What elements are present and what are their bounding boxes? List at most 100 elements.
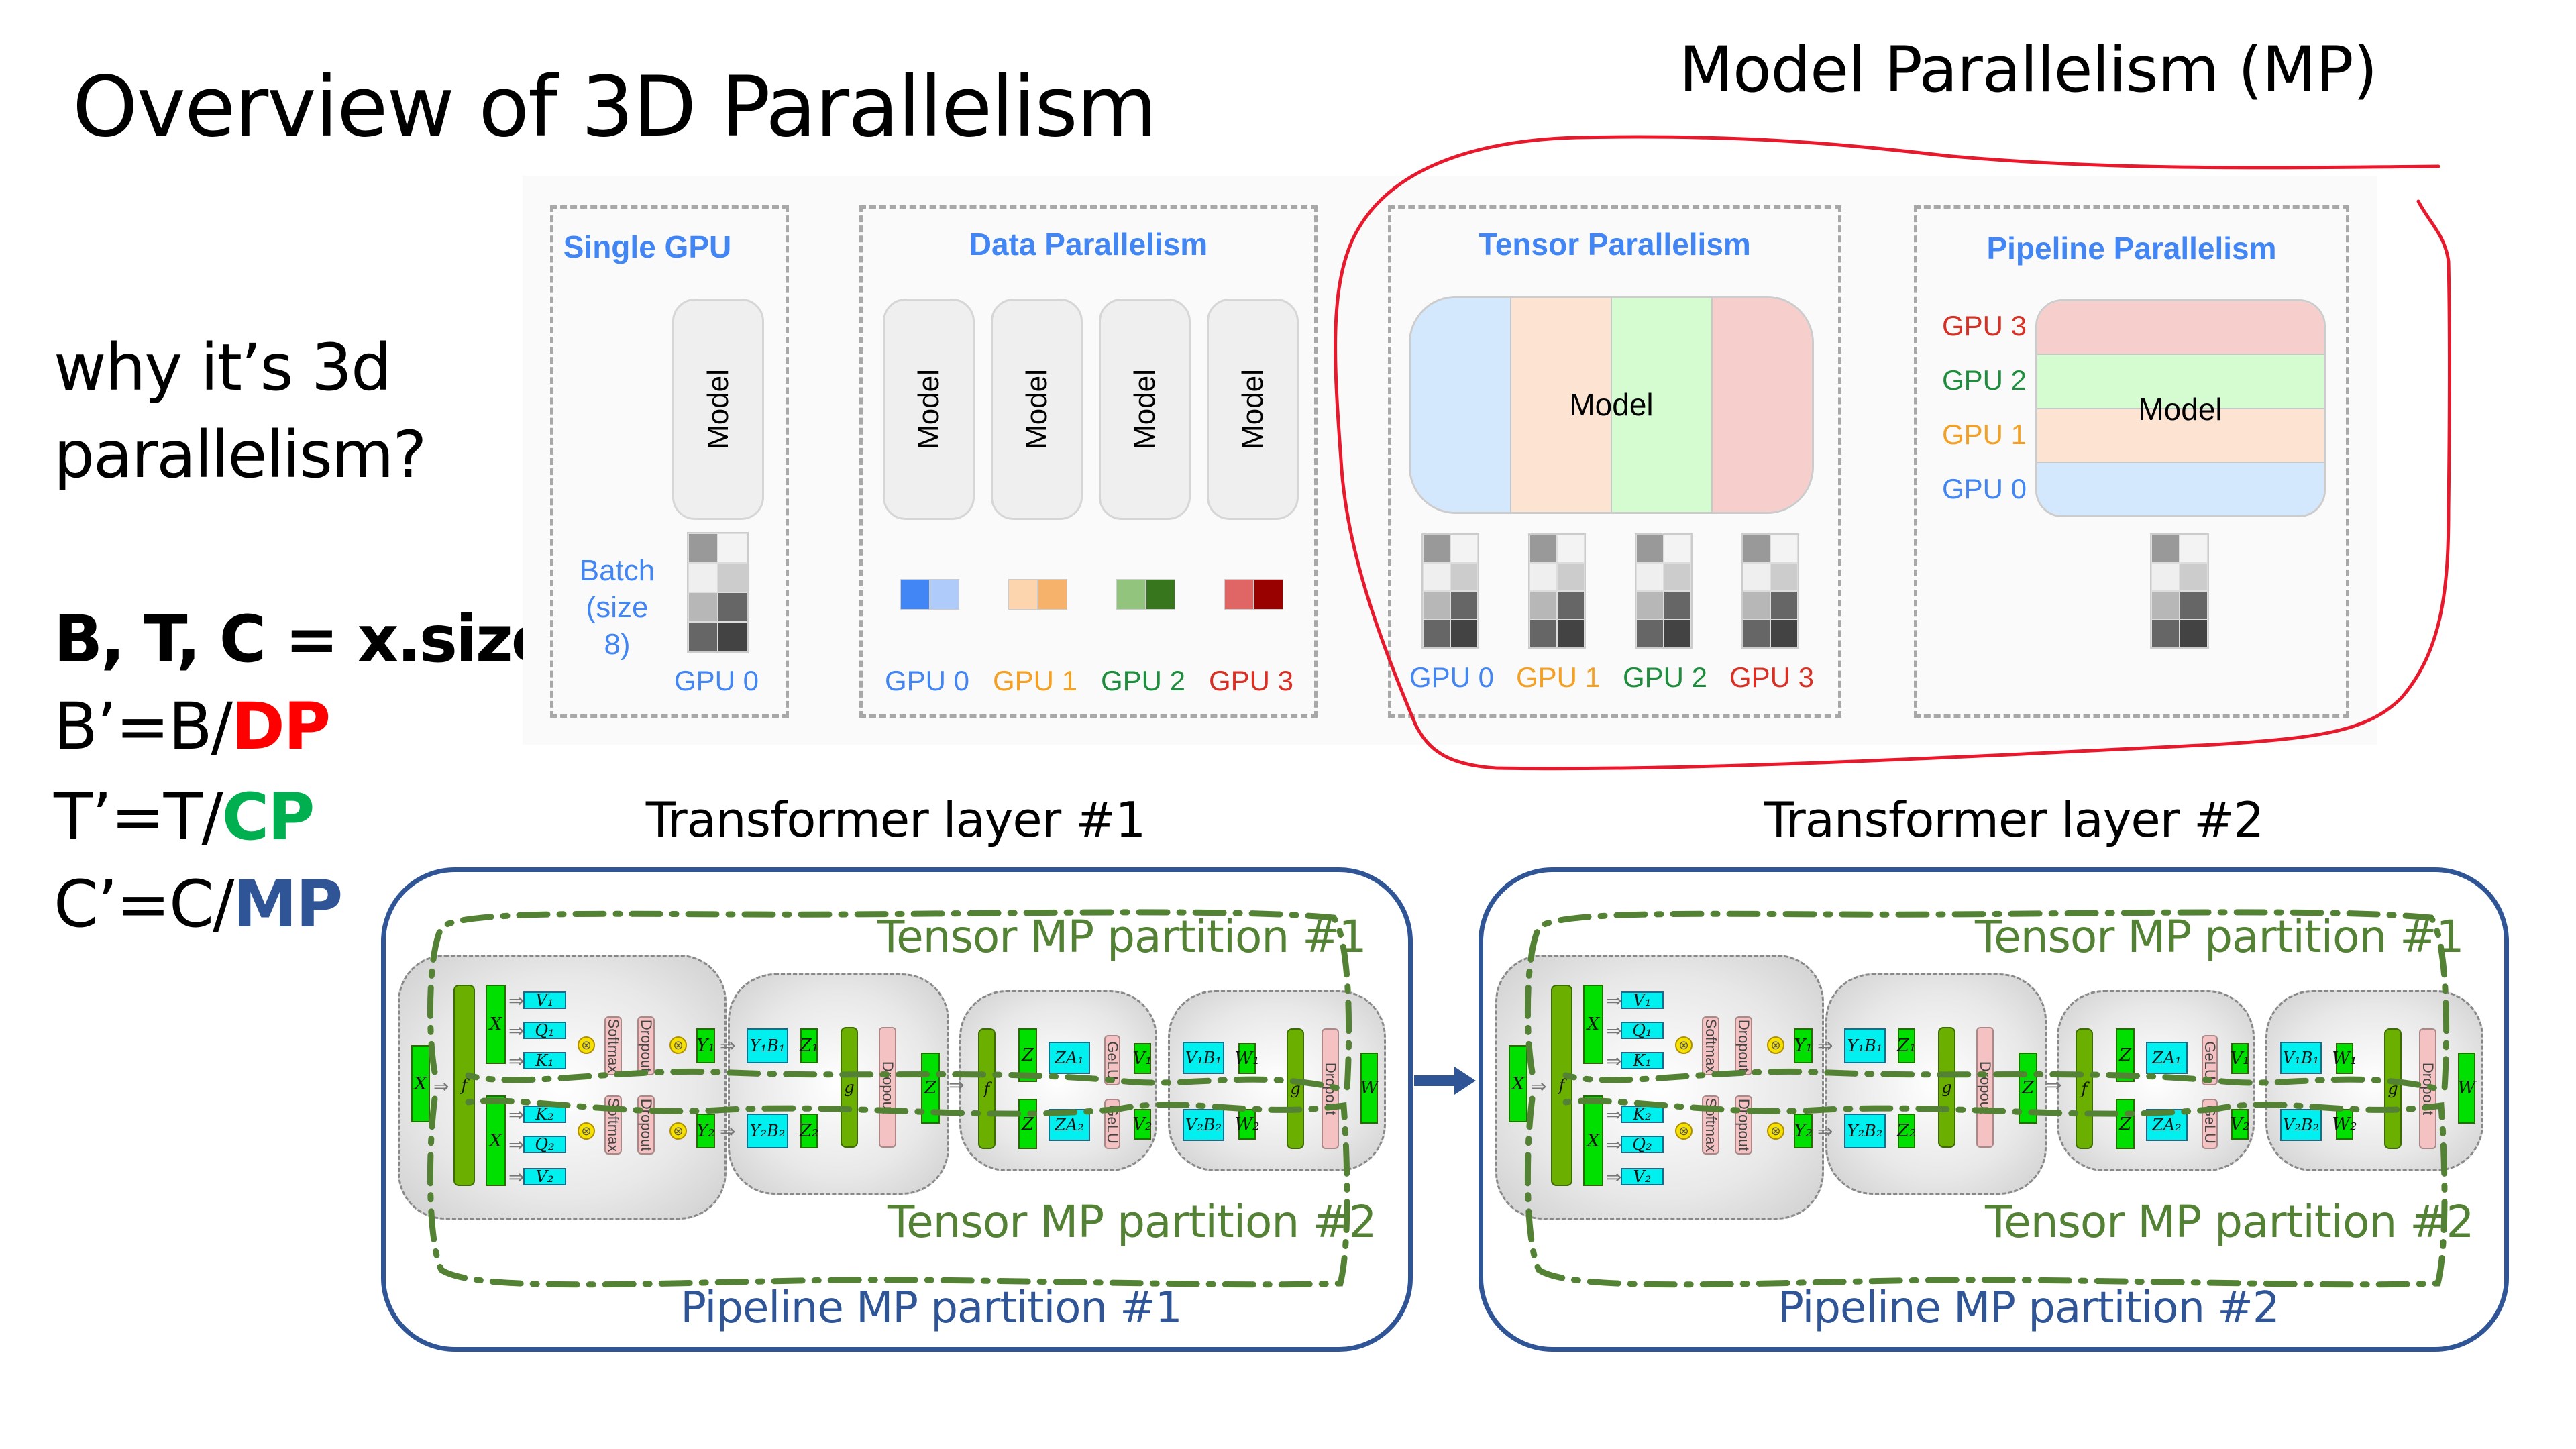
w2-box: W₂ <box>2332 1109 2357 1140</box>
arrow-icon: ⇒ <box>1531 1076 1547 1097</box>
gelu-bottom: GeLU <box>2202 1099 2218 1149</box>
softmax-top-label: Softmax <box>605 1018 622 1073</box>
za2-box: ZA₂ <box>1049 1109 1090 1141</box>
z2-box: Z₂ <box>1897 1114 1916 1148</box>
z2-box: Z₂ <box>800 1114 818 1148</box>
x-split-top: X <box>1583 985 1603 1064</box>
gelu-label: GeLU <box>2202 1104 2218 1144</box>
mlp-block-2 <box>2265 990 2483 1171</box>
dropout-bottom: Dropout <box>1735 1095 1752 1155</box>
batch-sample <box>688 592 718 622</box>
tensor-parallelism-title: Tensor Parallelism <box>1479 227 1751 262</box>
v2b2-box: V₂B₂ <box>2280 1109 2322 1141</box>
transformer-layer-1-title: Transformer layer #1 <box>645 792 1146 848</box>
dropout-label: Dropout <box>879 1061 896 1114</box>
dropout-top: Dropout <box>637 1016 655 1075</box>
softmax-bottom: Softmax <box>1702 1095 1719 1155</box>
w2-box: W₂ <box>1234 1109 1260 1140</box>
input-x: X <box>1509 1045 1527 1122</box>
tp-batch-grid <box>1421 533 1479 649</box>
tp-batch-grid <box>1741 533 1799 649</box>
z-out: Z <box>921 1053 940 1124</box>
arrow-icon: ⇒ <box>508 1104 525 1125</box>
dp-batch-shard <box>1008 579 1067 610</box>
arrow-icon: ⇒ <box>1606 1134 1622 1155</box>
batch-sample <box>718 563 747 592</box>
x-split-bottom: X <box>1583 1095 1603 1186</box>
gelu-label: GeLU <box>1104 1040 1121 1080</box>
y2b2-box: Y₂B₂ <box>747 1114 788 1148</box>
pp-batch-grid <box>2150 533 2209 649</box>
dp-model-replica: Model <box>1099 299 1191 520</box>
v1-out: V₁ <box>1132 1043 1152 1074</box>
dropout-label: Dropout <box>1322 1062 1339 1116</box>
batch-sample <box>718 533 747 563</box>
arrow-icon: ⇒ <box>1817 1121 1833 1142</box>
batch-sample <box>688 622 718 651</box>
cp-factor: CP <box>221 780 315 855</box>
batch-sample <box>1450 619 1478 647</box>
batch-sample <box>1770 535 1798 563</box>
batch-sample <box>1254 579 1283 610</box>
batch-sample <box>1664 563 1691 591</box>
y1-box: Y₁ <box>696 1028 715 1063</box>
arrow-icon: ⇒ <box>1606 1104 1622 1125</box>
gelu-label: GeLU <box>2202 1040 2218 1080</box>
model-parallelism-heading: Model Parallelism (MP) <box>1679 34 2377 107</box>
q1-box: Q₁ <box>1621 1021 1664 1040</box>
z-bottom: Z <box>1018 1099 1037 1149</box>
single-gpu-model: Model <box>672 299 764 520</box>
batch-sample <box>1038 579 1067 610</box>
arrow-icon: ⇒ <box>508 1020 525 1041</box>
g-operator-mlp: g <box>2384 1028 2402 1149</box>
arrow-icon: ⇒ <box>508 1167 525 1187</box>
batch-sample <box>1423 535 1450 563</box>
tp-shard-3 <box>1713 298 1812 512</box>
dropout-attn-out: Dropout <box>879 1027 896 1148</box>
pp-gpu-label: GPU 3 <box>1942 310 2027 341</box>
pp-gpu-label: GPU 0 <box>1942 473 2027 504</box>
g-operator: g <box>1938 1027 1955 1148</box>
v2-box: V₂ <box>1621 1167 1664 1186</box>
batch-sample <box>1557 563 1585 591</box>
f-operator-mlp: f <box>2076 1028 2093 1149</box>
v1b1-box: V₁B₁ <box>1183 1042 1224 1074</box>
dp-model-replica: Model <box>1207 299 1299 520</box>
softmax-bottom-label: Softmax <box>1703 1097 1719 1152</box>
batch-sample <box>1224 579 1254 610</box>
za1-box: ZA₁ <box>2146 1042 2188 1074</box>
z-top: Z <box>2116 1028 2135 1082</box>
mlp-block-2 <box>1168 990 1386 1171</box>
v1-box: V₁ <box>1621 991 1664 1010</box>
batch-sample <box>2151 535 2180 563</box>
batch-sample <box>2180 591 2208 619</box>
g-operator-mlp: g <box>1287 1028 1304 1149</box>
softmax-top: Softmax <box>604 1016 622 1075</box>
dp-batch-shard <box>1116 579 1175 610</box>
arrow-icon: ⇒ <box>720 1035 736 1056</box>
y2b2-box: Y₂B₂ <box>1844 1114 1886 1148</box>
softmax-top-label: Softmax <box>1703 1018 1719 1073</box>
q1-box: Q₁ <box>523 1021 566 1040</box>
matmul-icon: ⊗ <box>1675 1122 1693 1140</box>
dp-model-replica: Model <box>991 299 1083 520</box>
matmul-icon: ⊗ <box>578 1036 595 1054</box>
dropout-bottom-label: Dropout <box>638 1098 655 1152</box>
softmax-top: Softmax <box>1702 1016 1719 1075</box>
batch-sample <box>1557 619 1585 647</box>
batch-sample <box>1423 591 1450 619</box>
z-top: Z <box>1018 1028 1037 1082</box>
batch-split-line: B’=B/DP <box>54 694 331 759</box>
tensor-partition-1-label: Tensor MP partition #1 <box>1975 911 2465 963</box>
batch-sample <box>1636 563 1664 591</box>
dropout-top-label: Dropout <box>638 1019 655 1073</box>
k1-box: K₁ <box>523 1051 566 1070</box>
za2-box: ZA₂ <box>2146 1109 2188 1141</box>
batch-sample <box>2180 535 2208 563</box>
attention-output-block <box>728 973 949 1195</box>
batch-sample <box>2151 563 2180 591</box>
w-out: W <box>2458 1053 2475 1124</box>
dropout-bottom: Dropout <box>637 1095 655 1155</box>
dp-model-label: Model <box>1020 369 1053 449</box>
matmul-icon: ⊗ <box>1767 1036 1784 1054</box>
